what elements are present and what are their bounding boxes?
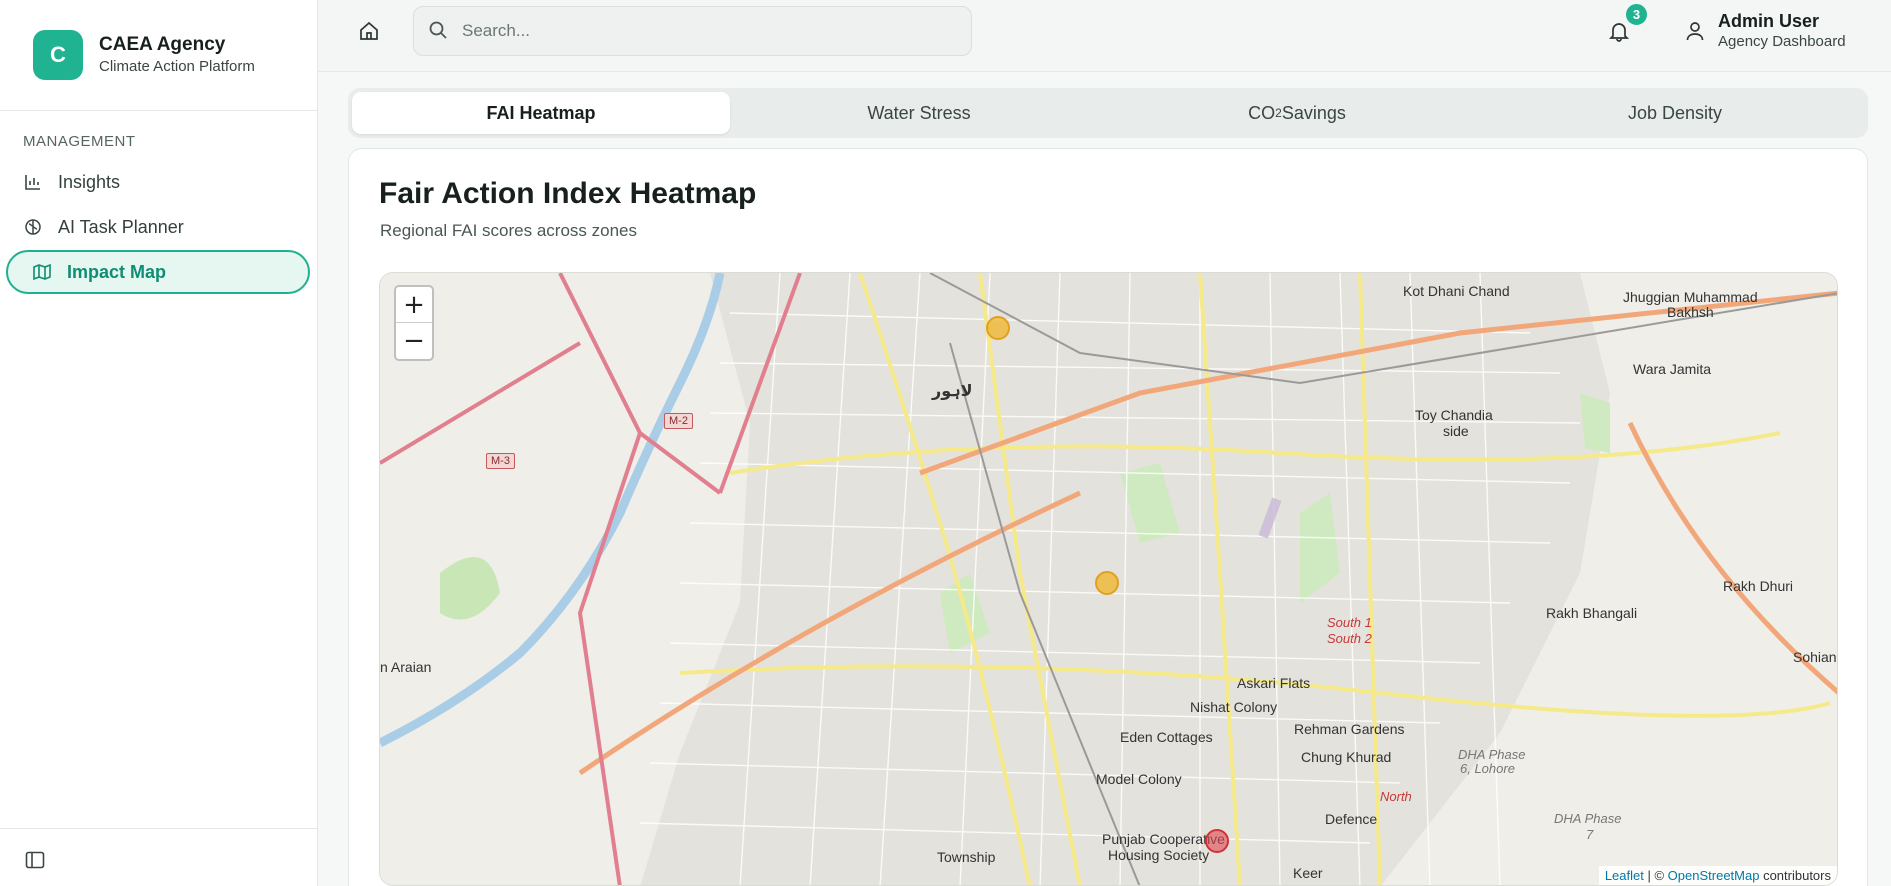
map-label: Wara Jamita [1633,361,1712,377]
road-shield-m2: M-2 [664,413,693,429]
fai-marker-yellow[interactable] [986,316,1010,340]
map-label: Sohian K [1793,649,1837,665]
brand-logo: C [33,30,83,80]
fai-marker-yellow[interactable] [1095,571,1119,595]
search-input[interactable] [462,21,942,41]
fai-marker-red[interactable] [1205,829,1229,853]
impact-map[interactable]: Kot Dhani Chand Jhuggian Muhammad Bakhsh… [379,272,1838,886]
tab-co2-sub: 2 [1275,106,1282,120]
home-icon[interactable] [358,20,380,42]
sidebar-item-insights[interactable]: Insights [6,160,310,204]
card-subtitle: Regional FAI scores across zones [380,221,638,240]
map-label: Keer [1293,865,1323,881]
map-label: 6, Lohore [1460,761,1515,776]
leaflet-link[interactable]: Leaflet [1605,868,1644,883]
user-role: Agency Dashboard [1718,33,1846,50]
sidebar-item-label: Insights [58,171,121,192]
sidebar-item-label: Impact Map [67,261,167,282]
user-name: Admin User [1718,11,1820,31]
map-label: Kot Dhani Chand [1403,283,1510,299]
card-title: Fair Action Index Heatmap [379,177,757,210]
brand[interactable]: C CAEA Agency Climate Action Platform [0,0,317,111]
map-label: Jhuggian Muhammad [1623,289,1758,305]
map-label: Township [937,849,996,865]
map-label: DHA Phase [1458,747,1526,762]
map-label: side [1443,423,1469,439]
tab-co2-label: CO [1248,102,1276,123]
zoom-control: + − [394,285,434,361]
search-icon [428,20,450,42]
map-label: North [1380,789,1412,804]
user-menu[interactable]: Admin User Agency Dashboard [1686,10,1846,52]
search-bar[interactable] [413,6,972,56]
tab-water-stress[interactable]: Water Stress [730,92,1108,134]
map-label: 7 [1586,827,1594,842]
brain-icon [23,217,43,237]
map-layer-tabs: FAI Heatmap Water Stress CO 2 Savings Job… [348,88,1868,138]
sidebar-nav: Insights AI Task Planner Impact Map [6,160,310,295]
map-label: Rakh Bhangali [1546,605,1638,621]
notification-badge: 3 [1624,2,1649,27]
map-label: Defence [1325,811,1378,827]
map-label: South 1 [1327,615,1372,630]
map-icon [32,262,52,282]
map-label: Bakhsh [1667,304,1714,320]
map-label: Nishat Colony [1190,699,1278,715]
brand-title: CAEA Agency [99,34,226,55]
tab-job-density[interactable]: Job Density [1486,92,1864,134]
attribution-separator: | © [1643,868,1668,883]
map-label: Askari Flats [1237,675,1311,691]
sidebar-toggle-icon[interactable] [25,851,45,869]
map-label: لاہور [932,383,973,400]
sidebar-item-impact-map[interactable]: Impact Map [6,250,310,294]
map-attribution: Leaflet | © OpenStreetMap contributors [1598,866,1837,885]
osm-link[interactable]: OpenStreetMap [1668,868,1760,883]
attribution-suffix: contributors [1759,868,1831,883]
sidebar-item-label: AI Task Planner [58,216,184,237]
map-label: Model Colony [1096,771,1182,787]
map-label: Eden Cottages [1120,729,1213,745]
top-header: 3 Admin User Agency Dashboard [318,0,1891,72]
bar-chart-icon [23,172,43,192]
map-label: Chung Khurad [1301,749,1392,765]
map-label: Rakh Dhuri [1723,578,1794,594]
map-label: n Araian [380,659,432,675]
map-label: DHA Phase [1554,811,1622,826]
sidebar-item-ai-task-planner[interactable]: AI Task Planner [6,205,310,249]
sidebar: C CAEA Agency Climate Action Platform MA… [0,0,318,886]
user-icon [1686,21,1706,41]
sidebar-footer [0,828,318,886]
tab-co2-savings[interactable]: CO 2 Savings [1108,92,1486,134]
zoom-out-button[interactable]: − [396,323,432,359]
map-label: Toy Chandia [1415,407,1493,423]
section-label-management: MANAGEMENT [23,133,136,150]
map-label: Housing Society [1108,847,1210,863]
map-label: South 2 [1327,631,1372,646]
brand-subtitle: Climate Action Platform [99,58,255,75]
tab-co2-suffix: Savings [1281,102,1346,123]
map-label: Rehman Gardens [1294,721,1405,737]
tab-fai-heatmap[interactable]: FAI Heatmap [352,92,730,134]
zoom-in-button[interactable]: + [396,287,432,323]
road-shield-m3: M-3 [486,453,515,469]
